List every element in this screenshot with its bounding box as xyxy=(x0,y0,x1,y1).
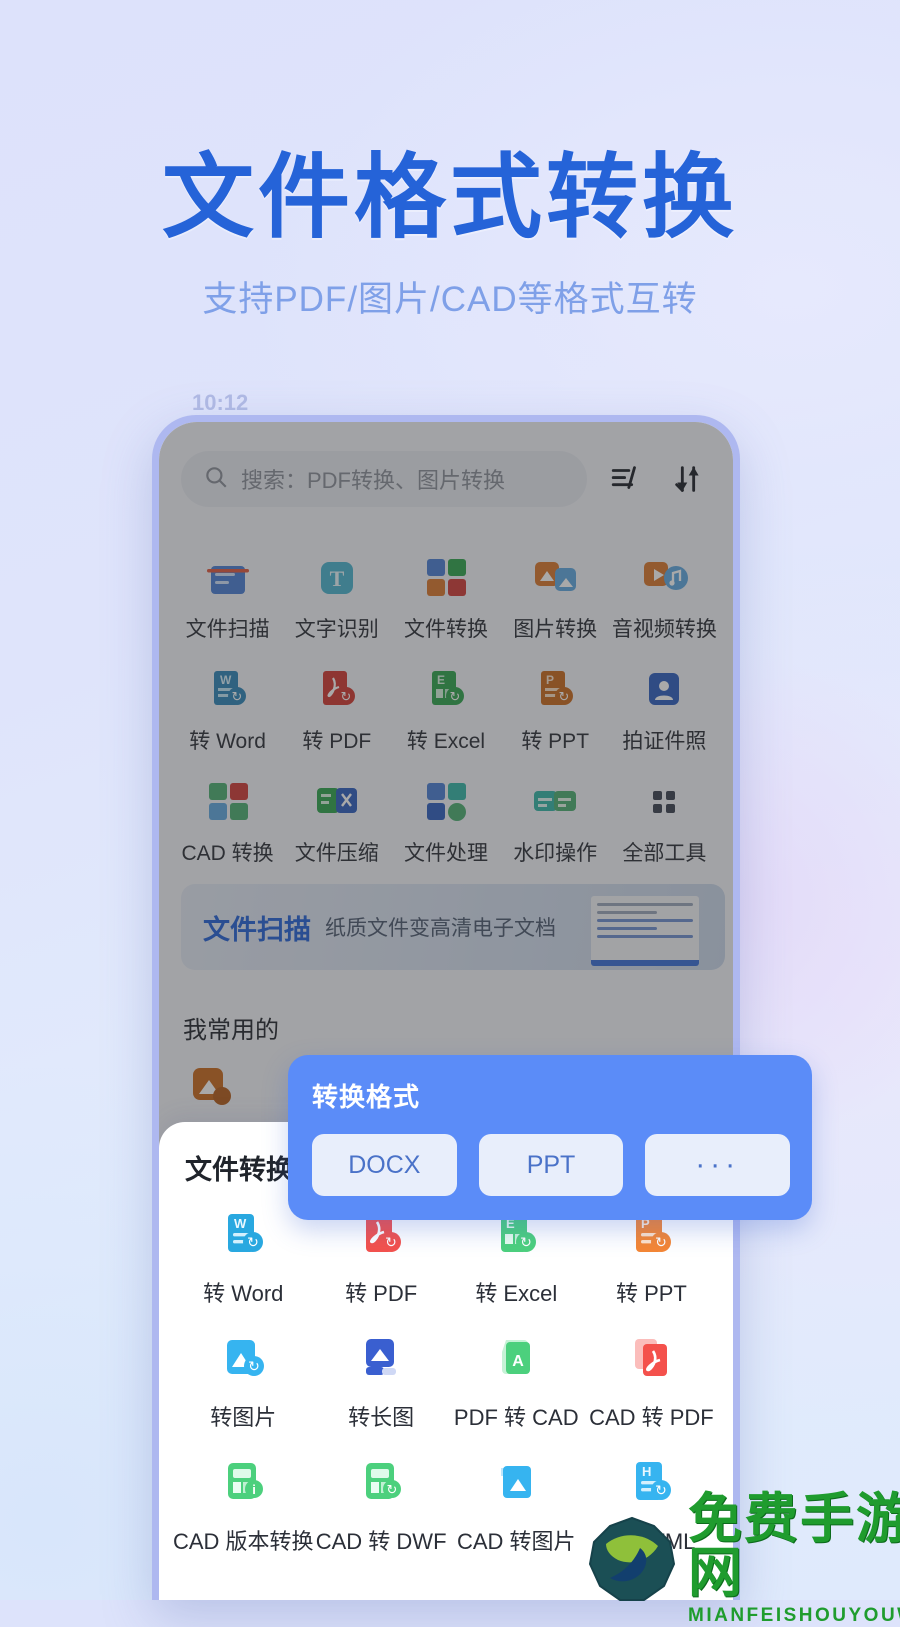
watermark-title: 免费手游网 xyxy=(688,1489,900,1603)
svg-text:W: W xyxy=(234,1216,247,1231)
sheet-item[interactable]: CAD 转 PDF xyxy=(584,1330,719,1432)
to-image-icon: ↻ xyxy=(214,1330,272,1388)
sheet-item[interactable]: A PDF 转 CAD xyxy=(449,1330,584,1432)
phone-mockup: 10:12 搜索：PDF转换、图片转换 文件扫描 T 文字识别 文件转换 图片转… xyxy=(152,390,740,1600)
format-option-ppt[interactable]: PPT xyxy=(478,1134,624,1196)
page-subtitle: 支持PDF/图片/CAD等格式互转 xyxy=(202,279,698,319)
to-longimage-icon xyxy=(352,1330,410,1388)
to-word-icon: W ↻ xyxy=(214,1206,272,1264)
status-bar-time: 10:12 xyxy=(192,390,249,415)
sheet-item-label: CAD 转 PDF xyxy=(589,1405,714,1430)
hero-section: 文件格式转换 支持PDF/图片/CAD等格式互转 xyxy=(0,0,900,322)
svg-text:A: A xyxy=(512,1353,524,1370)
svg-text:i: i xyxy=(252,1482,256,1497)
watermark-text: 免费手游网 MIANFEISHOUYOUWANG xyxy=(688,1492,900,1627)
sheet-item-label: 转 PPT xyxy=(615,1281,687,1306)
pdf-to-cad-icon: A xyxy=(487,1330,545,1388)
popup-title: 转换格式 xyxy=(312,1082,421,1112)
sheet-item[interactable]: CAD 转图片 xyxy=(449,1454,584,1556)
watermark: 免费手游网 MIANFEISHOUYOUWANG xyxy=(586,1492,900,1627)
sheet-item-label: CAD 转图片 xyxy=(456,1529,576,1554)
sheet-item-label: 转图片 xyxy=(210,1405,277,1430)
page-title: 文件格式转换 xyxy=(161,147,738,249)
convert-format-popup: 转换格式 DOCX PPT ··· xyxy=(288,1055,812,1220)
sheet-item[interactable]: W ↻ 转 Word xyxy=(173,1206,314,1308)
phone-screen: 搜索：PDF转换、图片转换 文件扫描 T 文字识别 文件转换 图片转换 音视频转… xyxy=(159,422,733,1600)
sheet-item[interactable]: E ↻ 转 Excel xyxy=(449,1206,584,1308)
format-option-more[interactable]: ··· xyxy=(645,1134,791,1196)
sheet-item[interactable]: ↻ 转 PDF xyxy=(314,1206,449,1308)
sheet-item-label: 转 Excel xyxy=(475,1281,558,1306)
watermark-subtitle: MIANFEISHOUYOUWANG xyxy=(688,1605,900,1626)
svg-text:↻: ↻ xyxy=(520,1234,532,1250)
sheet-item[interactable]: ↻ CAD 转 DWF xyxy=(314,1454,449,1556)
svg-text:↻: ↻ xyxy=(656,1234,668,1250)
sheet-item[interactable]: ↻ 转图片 xyxy=(173,1330,314,1432)
sheet-item-label: 转 PDF xyxy=(345,1281,418,1306)
format-option-docx[interactable]: DOCX xyxy=(312,1134,457,1196)
cad-to-dwf-icon: ↻ xyxy=(352,1454,410,1512)
cad-version-icon: i xyxy=(214,1454,272,1512)
sheet-item-label: 转 Word xyxy=(203,1281,284,1306)
bottom-sheet-title: 文件转换 xyxy=(185,1155,293,1185)
sheet-item-label: CAD 版本转换 xyxy=(173,1529,314,1554)
watermark-logo-icon xyxy=(586,1514,678,1606)
sheet-item-label: PDF 转 CAD xyxy=(453,1405,579,1430)
sheet-item[interactable]: 转长图 xyxy=(314,1330,449,1432)
popup-options-row: DOCX PPT ··· xyxy=(312,1134,791,1196)
sheet-item-label: CAD 转 DWF xyxy=(315,1529,447,1554)
cad-to-image-icon xyxy=(487,1454,545,1512)
cad-to-pdf-icon xyxy=(622,1330,680,1388)
svg-text:↻: ↻ xyxy=(385,1234,397,1250)
svg-text:↻: ↻ xyxy=(248,1358,260,1374)
sheet-item[interactable]: P ↻ 转 PPT xyxy=(584,1206,719,1308)
svg-text:H: H xyxy=(642,1464,651,1479)
sheet-item-label: 转长图 xyxy=(348,1405,415,1430)
sheet-item[interactable]: i CAD 版本转换 xyxy=(173,1454,314,1556)
svg-text:↻: ↻ xyxy=(247,1234,259,1250)
svg-text:↻: ↻ xyxy=(387,1482,398,1497)
